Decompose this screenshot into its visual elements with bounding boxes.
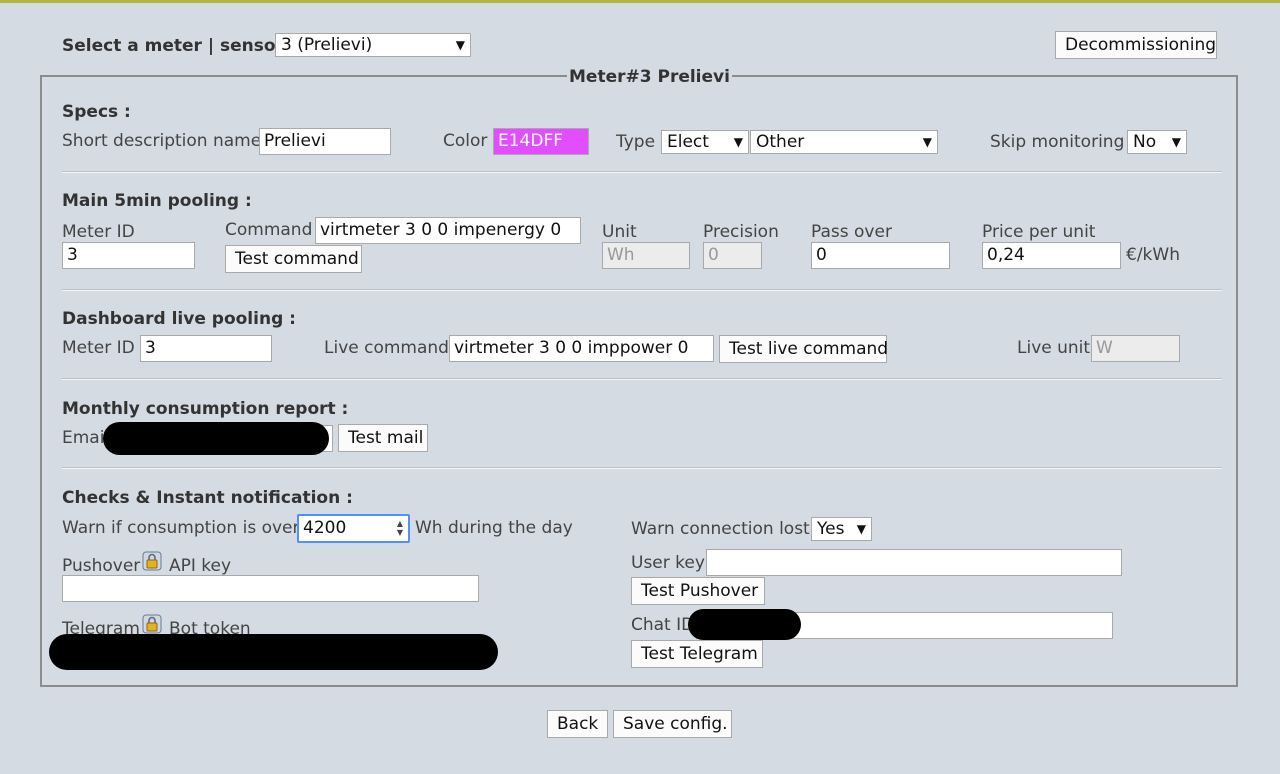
price-per-unit-label: Price per unit xyxy=(982,222,1096,242)
type-label: Type xyxy=(616,132,656,152)
pooling-meter-id-label: Meter ID xyxy=(62,222,135,242)
color-input[interactable]: E14DFF xyxy=(493,128,589,155)
section-divider xyxy=(62,289,1222,291)
warn-consumption-suffix: Wh during the day xyxy=(415,518,573,538)
test-command-button[interactable]: Test command xyxy=(225,245,362,273)
subtype-select-value: Other xyxy=(756,132,805,152)
meter-select-value: 3 (Prelievi) xyxy=(281,35,373,55)
warn-connection-lost-select[interactable]: Yes ▼ xyxy=(811,517,872,541)
section-divider xyxy=(62,378,1222,380)
warn-connection-lost-label: Warn connection lost xyxy=(631,519,810,539)
live-unit-label: Live unit xyxy=(1017,338,1091,358)
live-meter-id-input[interactable]: 3 xyxy=(140,335,272,362)
lock-icon[interactable] xyxy=(142,551,162,571)
skip-monitoring-select[interactable]: No ▼ xyxy=(1127,130,1187,154)
type-select-value: Elect xyxy=(667,132,709,152)
skip-monitoring-label: Skip monitoring xyxy=(990,132,1125,152)
short-desc-label: Short description name xyxy=(62,131,262,151)
price-unit-label: €/kWh xyxy=(1126,245,1180,265)
precision-label: Precision xyxy=(703,222,779,242)
chat-id-label: Chat ID xyxy=(631,615,695,635)
precision-input[interactable]: 0 xyxy=(703,242,762,269)
price-per-unit-input[interactable]: 0,24 xyxy=(982,242,1121,269)
pushover-label: Pushover xyxy=(62,556,141,576)
fieldset-title: Meter#3 Prelievi xyxy=(567,67,732,87)
warn-consumption-input[interactable]: 4200 ▲ ▼ xyxy=(297,514,410,543)
section-divider xyxy=(62,467,1222,469)
chevron-down-icon: ▼ xyxy=(733,135,743,149)
spinner-icon[interactable]: ▲ ▼ xyxy=(395,519,405,538)
chat-id-redaction xyxy=(688,609,801,640)
unit-input[interactable]: Wh xyxy=(602,242,690,269)
save-config-button[interactable]: Save config. xyxy=(613,710,732,738)
pushover-api-key-input[interactable] xyxy=(62,575,479,602)
color-label: Color xyxy=(443,131,488,151)
test-telegram-button[interactable]: Test Telegram xyxy=(631,640,763,668)
test-live-command-button[interactable]: Test live command xyxy=(719,335,888,363)
checks-title: Checks & Instant notification : xyxy=(62,488,353,508)
back-button[interactable]: Back xyxy=(547,710,608,738)
warn-connection-lost-value: Yes xyxy=(817,519,845,539)
chevron-down-icon: ▼ xyxy=(455,38,465,52)
warn-consumption-value: 4200 xyxy=(303,518,347,538)
live-command-label: Live command xyxy=(324,338,449,358)
live-command-input[interactable]: virtmeter 3 0 0 imppower 0 xyxy=(449,335,714,362)
command-input[interactable]: virtmeter 3 0 0 impenergy 0 xyxy=(315,217,581,244)
lock-icon[interactable] xyxy=(142,614,162,634)
decommissioning-button[interactable]: Decommissioning xyxy=(1055,31,1217,59)
skip-monitoring-value: No xyxy=(1133,132,1157,152)
test-pushover-button[interactable]: Test Pushover xyxy=(631,577,765,605)
chevron-down-icon: ▼ xyxy=(1171,135,1181,149)
chevron-down-icon: ▼ xyxy=(922,135,932,149)
pooling-title: Main 5min pooling : xyxy=(62,191,252,211)
meter-select-label: Select a meter | sensor : xyxy=(62,36,297,56)
unit-label: Unit xyxy=(602,222,637,242)
chevron-down-icon: ▼ xyxy=(856,522,866,536)
meter-select[interactable]: 3 (Prelievi) ▼ xyxy=(275,33,471,57)
live-unit-input[interactable]: W xyxy=(1091,335,1180,362)
bot-token-redaction xyxy=(49,634,498,670)
monthly-title: Monthly consumption report : xyxy=(62,399,349,419)
type-select[interactable]: Elect ▼ xyxy=(661,130,749,154)
command-label: Command xyxy=(225,220,313,240)
user-key-label: User key xyxy=(631,553,705,573)
top-accent-bar xyxy=(0,0,1280,3)
short-desc-input[interactable]: Prelievi xyxy=(259,128,391,155)
live-title: Dashboard live pooling : xyxy=(62,309,296,329)
pooling-meter-id-input[interactable]: 3 xyxy=(62,242,195,269)
pushover-user-key-input[interactable] xyxy=(706,549,1122,576)
test-mail-button[interactable]: Test mail xyxy=(338,424,428,452)
warn-consumption-label: Warn if consumption is over xyxy=(62,518,300,538)
pass-over-input[interactable]: 0 xyxy=(811,242,950,269)
live-meter-id-label: Meter ID xyxy=(62,338,135,358)
api-key-label: API key xyxy=(169,556,232,576)
pass-over-label: Pass over xyxy=(811,222,892,242)
specs-title: Specs : xyxy=(62,102,131,122)
subtype-select[interactable]: Other ▼ xyxy=(750,130,938,154)
section-divider xyxy=(62,171,1222,173)
email-redaction xyxy=(103,422,329,455)
